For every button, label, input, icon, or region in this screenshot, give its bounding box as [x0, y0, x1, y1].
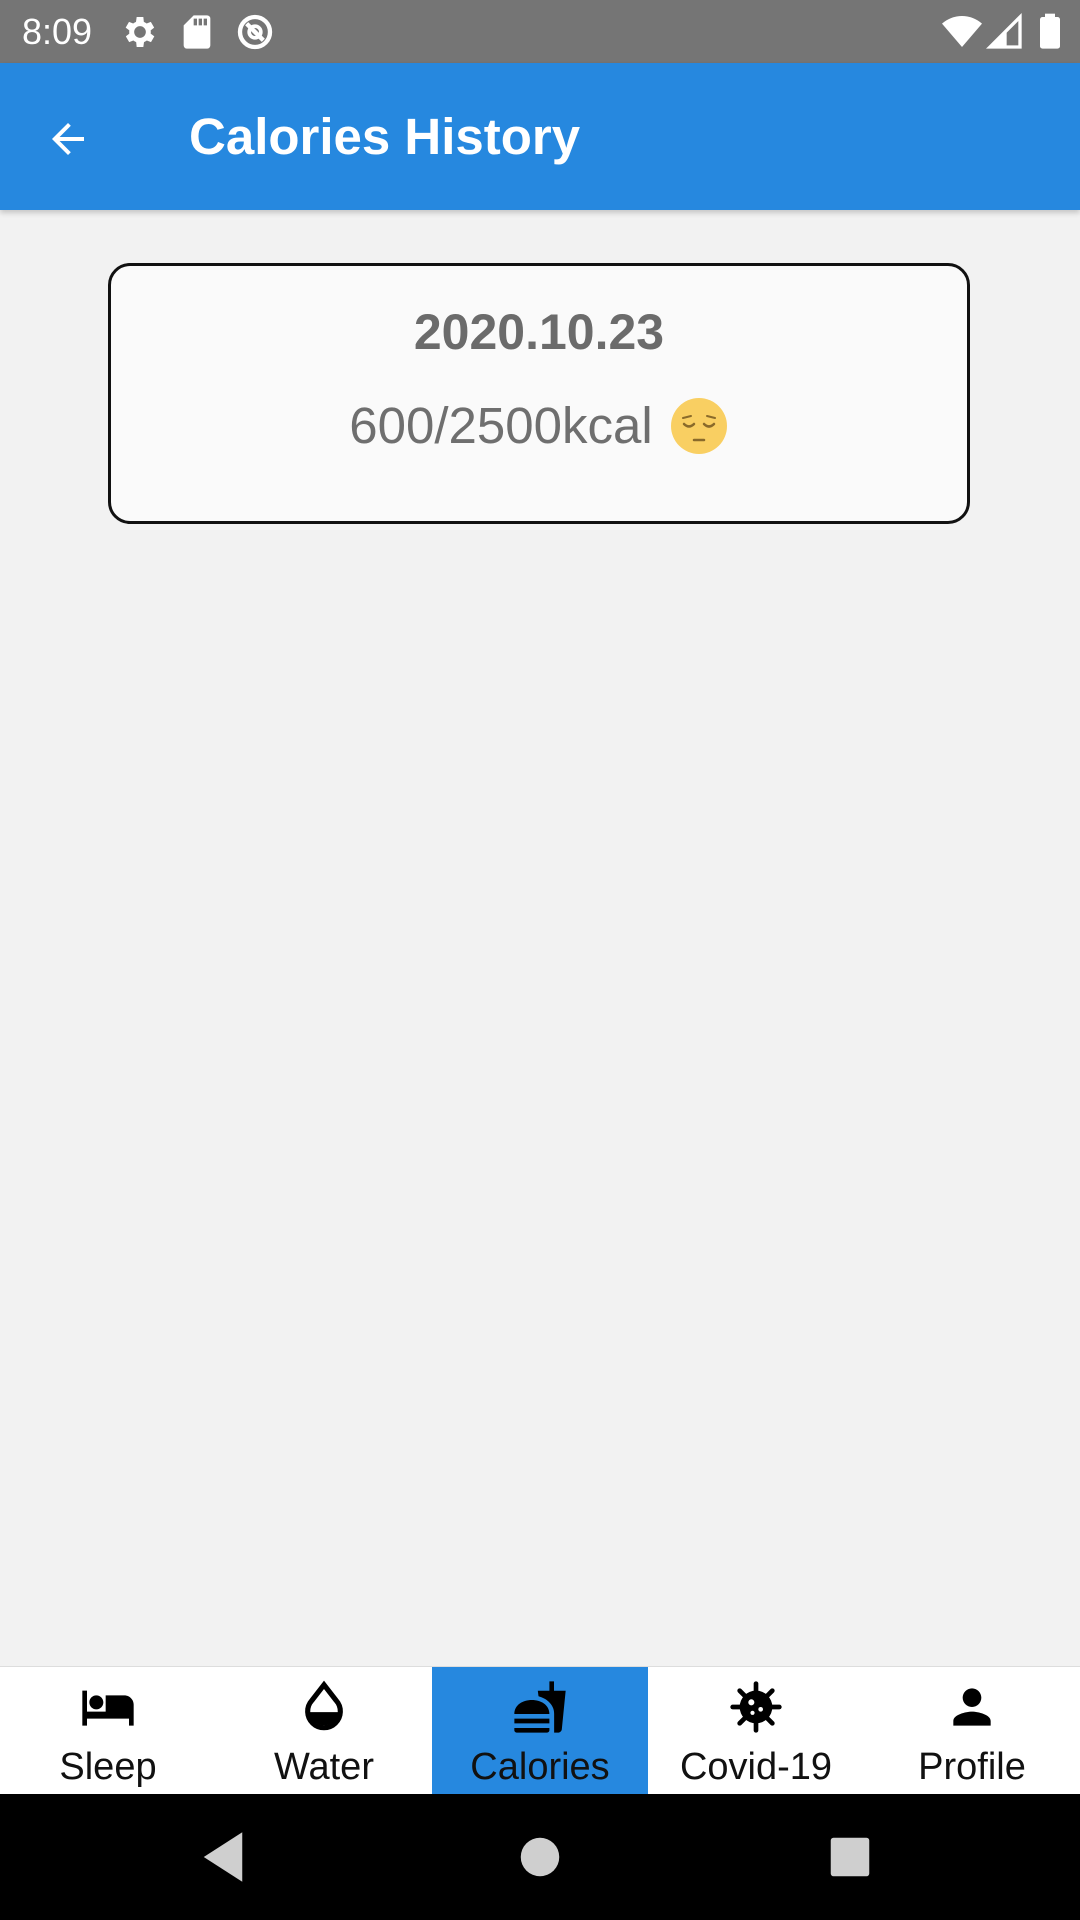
- virus-icon: [730, 1681, 782, 1733]
- sd-card-icon: [183, 15, 211, 49]
- nav-label-calories: Calories: [470, 1746, 610, 1788]
- data-saver-icon: [237, 14, 273, 50]
- water-drop-icon: [305, 1680, 343, 1731]
- history-entry-card[interactable]: 2020.10.23 600/2500kcal: [108, 263, 970, 524]
- nav-item-calories[interactable]: Calories: [432, 1667, 648, 1795]
- settings-gear-icon: [125, 17, 155, 47]
- status-time: 8:09: [22, 11, 93, 52]
- page-title: Calories History: [189, 108, 581, 165]
- system-navigation-bar: [0, 1794, 1080, 1920]
- battery-icon: [1040, 13, 1060, 49]
- back-triangle-icon[interactable]: [190, 1824, 256, 1890]
- status-bar: 8:09: [0, 0, 1080, 63]
- bed-icon: [82, 1690, 134, 1726]
- nav-label-water: Water: [274, 1746, 374, 1788]
- cell-signal-icon: [985, 12, 1022, 49]
- nav-item-profile[interactable]: Profile: [864, 1667, 1080, 1795]
- recents-square-icon[interactable]: [817, 1824, 883, 1890]
- person-icon: [953, 1688, 991, 1726]
- nav-label-covid: Covid-19: [679, 1746, 833, 1788]
- bottom-navigation: Sleep Water Calories Covid-19 Profile: [0, 1666, 1080, 1795]
- nav-label-profile: Profile: [918, 1746, 1026, 1788]
- nav-item-sleep[interactable]: Sleep: [0, 1667, 216, 1795]
- pensive-face-icon: [670, 398, 727, 454]
- nav-label-sleep: Sleep: [59, 1746, 157, 1788]
- fastfood-icon: [514, 1681, 566, 1733]
- nav-item-covid[interactable]: Covid-19: [648, 1667, 864, 1795]
- home-circle-icon[interactable]: [507, 1824, 573, 1890]
- back-button[interactable]: [30, 101, 106, 177]
- entry-kcal: 600/2500kcal: [349, 397, 653, 454]
- app-bar: Calories History: [0, 63, 1080, 210]
- wifi-icon: [942, 16, 982, 47]
- entry-kcal-row: 600/2500kcal: [111, 396, 967, 456]
- nav-item-water[interactable]: Water: [216, 1667, 432, 1795]
- arrow-back-icon: [52, 123, 84, 155]
- entry-date: 2020.10.23: [413, 304, 665, 360]
